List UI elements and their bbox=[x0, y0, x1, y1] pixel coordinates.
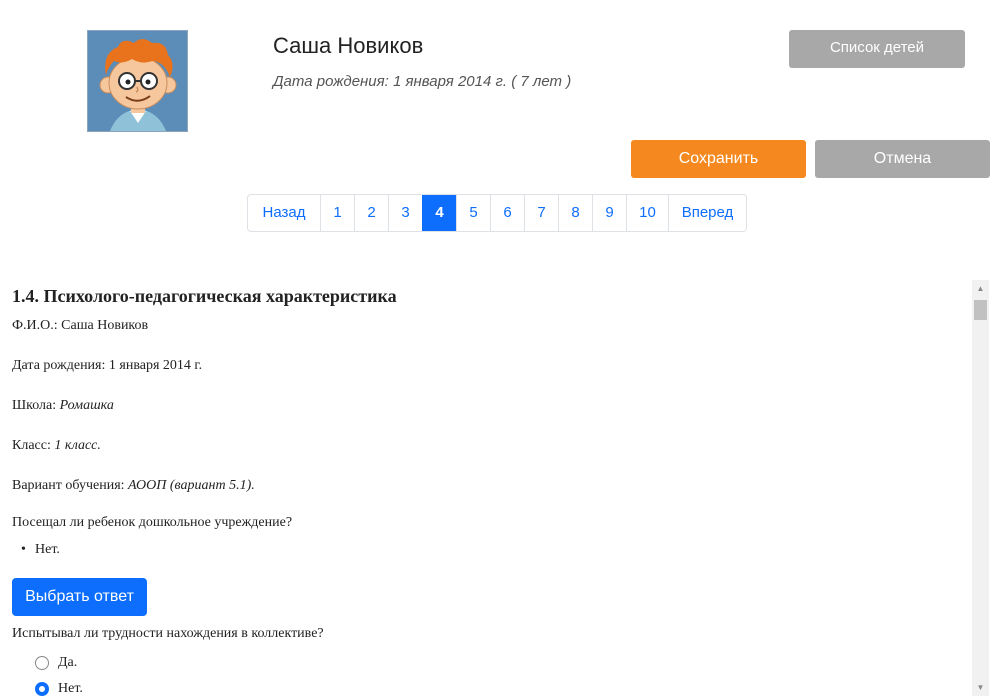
boy-avatar-icon bbox=[88, 31, 187, 131]
pagination: Назад 1 2 3 4 5 6 7 8 9 10 Вперед bbox=[247, 194, 747, 232]
variant-value: АООП (вариант 5.1). bbox=[128, 478, 255, 493]
page-link-8[interactable]: 8 bbox=[558, 195, 592, 231]
choose-answer-button[interactable]: Выбрать ответ bbox=[12, 578, 147, 616]
question-preschool: Посещал ли ребенок дошкольное учреждение… bbox=[12, 515, 293, 530]
page-link-4-active[interactable]: 4 bbox=[422, 195, 456, 231]
radio-yes-circle[interactable] bbox=[35, 656, 49, 670]
page-link-3[interactable]: 3 bbox=[388, 195, 422, 231]
cancel-button[interactable]: Отмена bbox=[815, 140, 990, 178]
section-title: 1.4. Психолого-педагогическая характерис… bbox=[12, 286, 397, 306]
child-name: Саша Новиков bbox=[273, 33, 424, 58]
variant-label: Вариант обучения: bbox=[12, 478, 125, 493]
child-avatar bbox=[87, 30, 188, 132]
question-collective: Испытывал ли трудности нахождения в колл… bbox=[12, 626, 324, 641]
scroll-up-arrow-icon[interactable]: ▲ bbox=[972, 280, 989, 297]
pagination-prev[interactable]: Назад bbox=[248, 195, 320, 231]
scroll-down-arrow-icon[interactable]: ▼ bbox=[972, 679, 989, 696]
radio-yes-label: Да. bbox=[58, 655, 78, 670]
radio-no-circle[interactable] bbox=[35, 682, 49, 696]
save-button[interactable]: Сохранить bbox=[631, 140, 806, 178]
page-link-7[interactable]: 7 bbox=[524, 195, 558, 231]
class-value: 1 класс. bbox=[54, 438, 101, 453]
pagination-next[interactable]: Вперед bbox=[668, 195, 746, 231]
document-scrollbar[interactable]: ▲ ▼ bbox=[972, 280, 989, 696]
fio-value: Саша Новиков bbox=[61, 318, 149, 333]
page-link-10[interactable]: 10 bbox=[626, 195, 668, 231]
children-list-button[interactable]: Список детей bbox=[789, 30, 965, 68]
class-label: Класс: bbox=[12, 438, 51, 453]
document-frame: 1.4. Психолого-педагогическая характерис… bbox=[0, 280, 988, 696]
radio-no-label: Нет. bbox=[58, 681, 83, 696]
fio-label: Ф.И.О.: bbox=[12, 318, 58, 333]
child-birth-date: Дата рождения: 1 января 2014 г. ( 7 лет … bbox=[273, 73, 572, 90]
birth-line: Дата рождения: 1 января 2014 г. bbox=[12, 358, 202, 374]
birth-value: 1 января 2014 г. bbox=[108, 358, 203, 373]
birth-label: Дата рождения: bbox=[12, 358, 106, 373]
page-link-2[interactable]: 2 bbox=[354, 195, 388, 231]
page-link-1[interactable]: 1 bbox=[320, 195, 354, 231]
scrollbar-thumb[interactable] bbox=[974, 300, 987, 320]
page-link-5[interactable]: 5 bbox=[456, 195, 490, 231]
radio-option-yes[interactable]: Да. bbox=[35, 655, 77, 671]
class-line: Класс: 1 класс. bbox=[12, 438, 101, 454]
variant-line: Вариант обучения: АООП (вариант 5.1). bbox=[12, 478, 255, 494]
page-link-9[interactable]: 9 bbox=[592, 195, 626, 231]
fio-line: Ф.И.О.: Саша Новиков bbox=[12, 318, 148, 334]
school-line: Школа: Ромашка bbox=[12, 398, 114, 414]
school-value: Ромашка bbox=[59, 398, 114, 413]
radio-option-no[interactable]: Нет. bbox=[35, 681, 83, 696]
answer-preschool: Нет. bbox=[21, 542, 60, 558]
school-label: Школа: bbox=[12, 398, 57, 413]
page-link-6[interactable]: 6 bbox=[490, 195, 524, 231]
